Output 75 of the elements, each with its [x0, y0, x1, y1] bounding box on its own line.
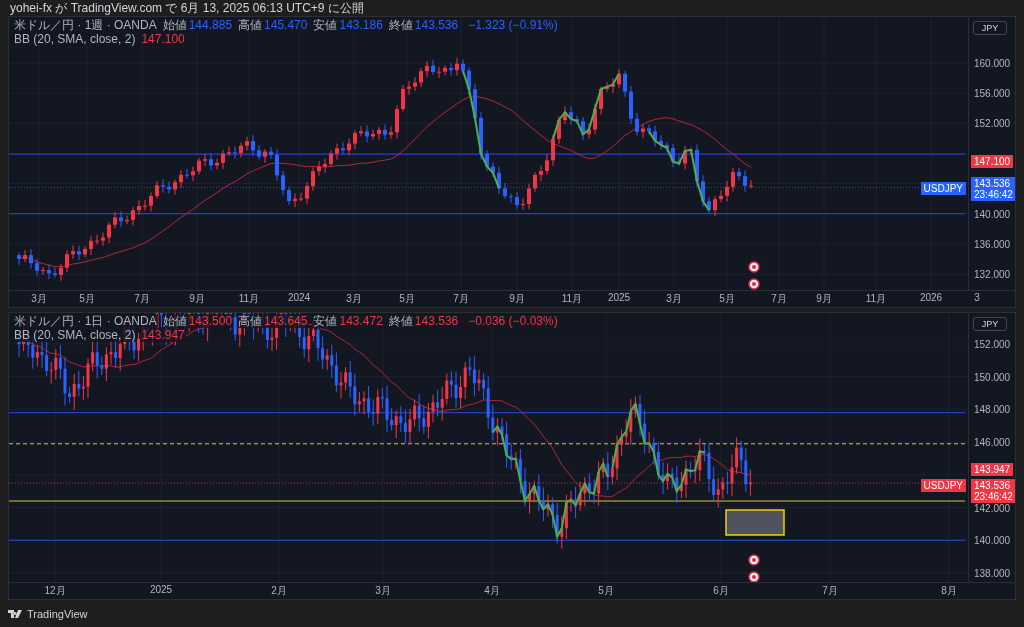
- time-tick: 11月: [865, 292, 887, 306]
- time-tick: 4月: [484, 584, 500, 598]
- time-tick: 6月: [713, 584, 729, 598]
- price-tick: 136.000: [974, 238, 1011, 250]
- ohlc-label: 始値: [161, 314, 188, 328]
- time-tick: 11月: [561, 292, 583, 306]
- price-tick: 138.000: [974, 567, 1011, 579]
- time-tick: 3月: [346, 292, 362, 306]
- time-tick: 3月: [31, 292, 47, 306]
- ohlc-label: 安値: [312, 18, 339, 32]
- time-tick: 11月: [238, 292, 260, 306]
- time-tick: 3: [974, 292, 980, 303]
- price-tick: 140.000: [974, 208, 1011, 220]
- time-tick: 8月: [941, 584, 957, 598]
- price-tick: 132.000: [974, 268, 1011, 280]
- time-tick: 9月: [509, 292, 525, 306]
- price-tick: 140.000: [974, 534, 1011, 546]
- ohlc-label: 高値: [237, 314, 264, 328]
- ohlc-value: 143.186: [338, 18, 384, 32]
- time-tick: 9月: [189, 292, 205, 306]
- time-tick: 3月: [375, 584, 391, 598]
- time-tick: 3月: [666, 292, 682, 306]
- price-tick: 148.000: [974, 403, 1011, 415]
- price-label: 143.536 23:46:42: [971, 479, 1015, 503]
- ohlc-value: 143.536: [413, 18, 460, 32]
- indicator-label: BB (20, SMA, close, 2): [13, 32, 137, 46]
- ohlc-label: 終値: [387, 18, 414, 32]
- ohlc-value: 144.885: [187, 18, 234, 32]
- symbol-title: 米ドル／円 · 1週 · OANDA: [13, 18, 158, 32]
- ohlc-value: 143.500: [187, 314, 234, 328]
- ohlc-value: 145.470: [263, 18, 309, 32]
- publish-caption: yohei-fx が TradingView.com で 6月 13, 2025 06:13 UTC+9 に公開: [10, 1, 364, 15]
- symbol-title: 米ドル／円 · 1日 · OANDA: [13, 314, 158, 328]
- price-label: 147.100: [971, 155, 1014, 168]
- ohlc-label: 終値: [387, 314, 414, 328]
- time-tick: 9月: [816, 292, 832, 306]
- price-label: 143.536 23:46:42: [971, 177, 1015, 201]
- symbol-tag: USDJPY: [920, 479, 966, 492]
- indicator-value: 147.100: [140, 32, 186, 46]
- price-tick: 146.000: [974, 436, 1011, 448]
- time-tick: 5月: [719, 292, 735, 306]
- ohlc-label: 始値: [161, 18, 188, 32]
- price-tick: 156.000: [974, 87, 1011, 99]
- time-tick: 2025: [149, 584, 173, 595]
- time-tick: 5月: [79, 292, 95, 306]
- price-tick: 150.000: [974, 371, 1011, 383]
- time-tick: 5月: [399, 292, 415, 306]
- indicator-label: BB (20, SMA, close, 2): [13, 328, 137, 342]
- price-tick: 142.000: [974, 502, 1011, 513]
- currency-button[interactable]: JPY: [973, 317, 1007, 331]
- time-tick: 7月: [822, 584, 838, 598]
- time-tick: 7月: [771, 292, 787, 306]
- symbol-tag: USDJPY: [920, 182, 966, 195]
- time-tick: 12月: [44, 584, 66, 598]
- ohlc-label: 高値: [237, 18, 264, 32]
- price-tick: 152.000: [974, 338, 1011, 350]
- time-tick: 2月: [271, 584, 287, 598]
- price-change: −0.036 (−0.03%): [467, 314, 559, 328]
- price-change: −1.323 (−0.91%): [467, 18, 559, 32]
- ohlc-label: 安値: [312, 314, 339, 328]
- time-tick: 2024: [287, 292, 311, 303]
- ohlc-value: 143.472: [338, 314, 384, 328]
- ohlc-value: 143.645: [263, 314, 309, 328]
- indicator-value: 143.947: [140, 328, 186, 342]
- time-tick: 7月: [453, 292, 469, 306]
- currency-button[interactable]: JPY: [973, 21, 1007, 35]
- ohlc-value: 143.536: [413, 314, 460, 328]
- price-tick: 152.000: [974, 117, 1011, 129]
- brand-name: TradingView: [27, 607, 88, 620]
- time-tick: 2025: [607, 292, 631, 303]
- time-tick: 5月: [598, 584, 614, 598]
- time-tick: 2026: [919, 292, 943, 303]
- price-label: 143.947: [971, 463, 1014, 476]
- price-tick: 160.000: [974, 57, 1011, 69]
- time-tick: 7月: [134, 292, 150, 306]
